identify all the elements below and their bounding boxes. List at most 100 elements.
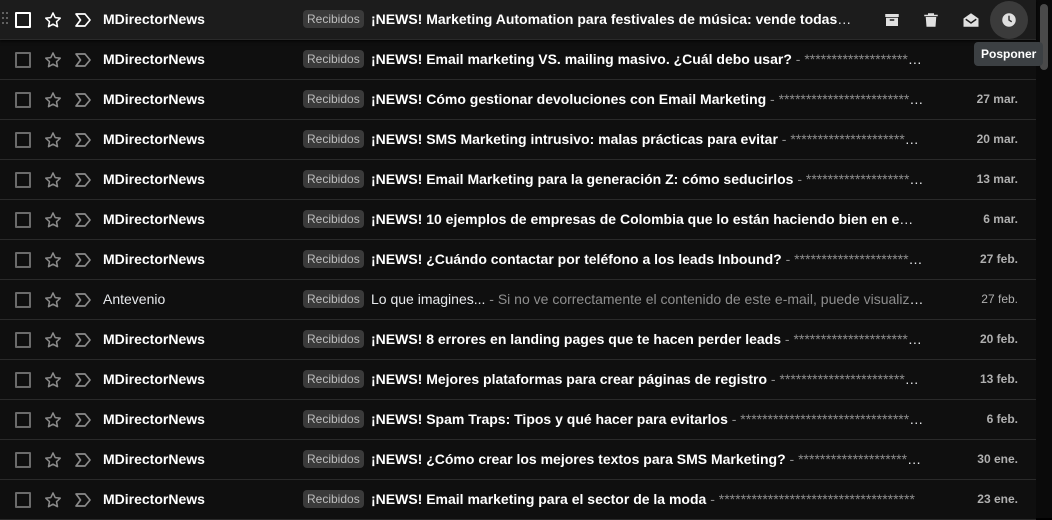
select-checkbox[interactable] xyxy=(15,492,31,508)
important-marker-icon[interactable] xyxy=(73,491,93,509)
email-preview: - ************************************ xyxy=(789,451,924,467)
snooze-tooltip: Posponer xyxy=(974,42,1044,66)
email-date: 23 ene. xyxy=(977,492,1018,506)
important-marker-icon[interactable] xyxy=(73,131,93,149)
label-badge[interactable]: Recibidos xyxy=(303,210,364,228)
star-icon[interactable] xyxy=(43,170,63,190)
star-icon[interactable] xyxy=(43,90,63,110)
important-marker-icon[interactable] xyxy=(73,451,93,469)
label-badge[interactable]: Recibidos xyxy=(303,490,364,508)
delete-button[interactable] xyxy=(919,8,943,32)
select-checkbox[interactable] xyxy=(15,212,31,228)
row-actions xyxy=(872,0,1036,40)
email-subject: ¡NEWS! Email Marketing para la generació… xyxy=(371,171,794,187)
important-marker-icon[interactable] xyxy=(73,291,93,309)
star-icon[interactable] xyxy=(43,490,63,510)
label-badge[interactable]: Recibidos xyxy=(303,50,364,68)
important-marker-icon[interactable] xyxy=(73,11,93,29)
label-badge[interactable]: Recibidos xyxy=(303,290,364,308)
star-icon[interactable] xyxy=(43,250,63,270)
drag-handle-icon[interactable] xyxy=(2,12,10,28)
select-checkbox[interactable] xyxy=(15,52,31,68)
label-badge[interactable]: Recibidos xyxy=(303,170,364,188)
important-marker-icon[interactable] xyxy=(73,371,93,389)
important-marker-icon[interactable] xyxy=(73,51,93,69)
select-checkbox[interactable] xyxy=(15,92,31,108)
email-subject: ¡NEWS! 10 ejemplos de empresas de Colomb… xyxy=(371,211,924,227)
label-badge[interactable]: Recibidos xyxy=(303,450,364,468)
email-subject: ¡NEWS! Cómo gestionar devoluciones con E… xyxy=(371,91,767,107)
email-row[interactable]: MDirectorNews Recibidos ¡NEWS! 10 ejemplos… xyxy=(0,200,1036,240)
star-icon[interactable] xyxy=(43,210,63,230)
label-badge[interactable]: Recibidos xyxy=(303,130,364,148)
label-badge[interactable]: Recibidos xyxy=(303,10,364,28)
email-preview: - Si no ve correctamente el contenido de… xyxy=(485,291,924,307)
email-subject: ¡NEWS! Mejores plataformas para crear pá… xyxy=(371,371,768,387)
email-subject: ¡NEWS! 8 errores en landing pages que te… xyxy=(371,331,782,347)
sender-name: MDirectorNews xyxy=(103,51,205,67)
star-icon[interactable] xyxy=(43,410,63,430)
label-badge[interactable]: Recibidos xyxy=(303,330,364,348)
select-checkbox[interactable] xyxy=(15,452,31,468)
email-subject: ¡NEWS! ¿Cuándo contactar por teléfono a … xyxy=(371,251,782,267)
important-marker-icon[interactable] xyxy=(73,251,93,269)
label-badge[interactable]: Recibidos xyxy=(303,90,364,108)
label-badge[interactable]: Recibidos xyxy=(303,250,364,268)
email-subject-line: ¡NEWS! Email Marketing para la generació… xyxy=(371,171,924,187)
email-date: 6 mar. xyxy=(983,212,1018,226)
label-badge[interactable]: Recibidos xyxy=(303,410,364,428)
email-date: 13 feb. xyxy=(979,372,1018,386)
email-row[interactable]: MDirectorNews Recibidos ¡NEWS! 8 errores e… xyxy=(0,320,1036,360)
email-subject: ¡NEWS! Email marketing para el sector de… xyxy=(371,491,707,507)
email-row[interactable]: MDirectorNews Recibidos ¡NEWS! Mejores pla… xyxy=(0,360,1036,400)
important-marker-icon[interactable] xyxy=(73,171,93,189)
archive-button[interactable] xyxy=(880,8,904,32)
select-checkbox[interactable] xyxy=(15,372,31,388)
select-checkbox[interactable] xyxy=(15,172,31,188)
important-marker-icon[interactable] xyxy=(73,91,93,109)
email-row[interactable]: MDirectorNews Recibidos ¡NEWS! ¿Cómo crear… xyxy=(0,440,1036,480)
email-list: MDirectorNews Recibidos ¡NEWS! Marketing A… xyxy=(0,0,1036,520)
select-checkbox[interactable] xyxy=(15,132,31,148)
email-row[interactable]: MDirectorNews Recibidos ¡NEWS! Email marke… xyxy=(0,480,1036,520)
email-preview: - ************************************ xyxy=(781,131,924,147)
select-checkbox[interactable] xyxy=(15,252,31,268)
email-row[interactable]: MDirectorNews Recibidos ¡NEWS! Email marke… xyxy=(0,40,1036,80)
star-icon[interactable] xyxy=(43,50,63,70)
star-icon[interactable] xyxy=(43,290,63,310)
select-checkbox[interactable] xyxy=(15,292,31,308)
label-badge[interactable]: Recibidos xyxy=(303,370,364,388)
select-checkbox[interactable] xyxy=(15,12,31,28)
important-marker-icon[interactable] xyxy=(73,411,93,429)
star-icon[interactable] xyxy=(43,130,63,150)
email-preview: - ************************************ xyxy=(784,331,924,347)
sender-name: MDirectorNews xyxy=(103,251,205,267)
star-icon[interactable] xyxy=(43,10,63,30)
email-row[interactable]: MDirectorNews Recibidos ¡NEWS! ¿Cuándo con… xyxy=(0,240,1036,280)
email-row[interactable]: MDirectorNews Recibidos ¡NEWS! Spam Traps:… xyxy=(0,400,1036,440)
mark-as-read-button[interactable] xyxy=(959,8,983,32)
email-row[interactable]: MDirectorNews Recibidos ¡NEWS! Email Marke… xyxy=(0,160,1036,200)
email-row[interactable]: Antevenio Recibidos Lo que imagines... - S… xyxy=(0,280,1036,320)
star-icon[interactable] xyxy=(43,330,63,350)
star-icon[interactable] xyxy=(43,450,63,470)
email-row[interactable]: MDirectorNews Recibidos ¡NEWS! Marketing A… xyxy=(0,0,1036,40)
important-marker-icon[interactable] xyxy=(73,331,93,349)
email-date: 27 feb. xyxy=(981,292,1018,306)
sender-name: MDirectorNews xyxy=(103,451,205,467)
select-checkbox[interactable] xyxy=(15,412,31,428)
snooze-button[interactable] xyxy=(990,1,1028,39)
email-date: 20 mar. xyxy=(976,132,1018,146)
star-icon[interactable] xyxy=(43,370,63,390)
scrollbar[interactable] xyxy=(1036,0,1052,518)
email-date: 27 feb. xyxy=(979,252,1018,266)
sender-name: MDirectorNews xyxy=(103,131,205,147)
important-marker-icon[interactable] xyxy=(73,211,93,229)
email-subject: Lo que imagines... xyxy=(371,291,486,307)
email-preview: - ************************************ xyxy=(785,251,924,267)
email-row[interactable]: MDirectorNews Recibidos ¡NEWS! SMS Marketi… xyxy=(0,120,1036,160)
select-checkbox[interactable] xyxy=(15,332,31,348)
delete-icon xyxy=(922,11,940,29)
sender-name: MDirectorNews xyxy=(103,491,205,507)
email-row[interactable]: MDirectorNews Recibidos ¡NEWS! Cómo gestio… xyxy=(0,80,1036,120)
